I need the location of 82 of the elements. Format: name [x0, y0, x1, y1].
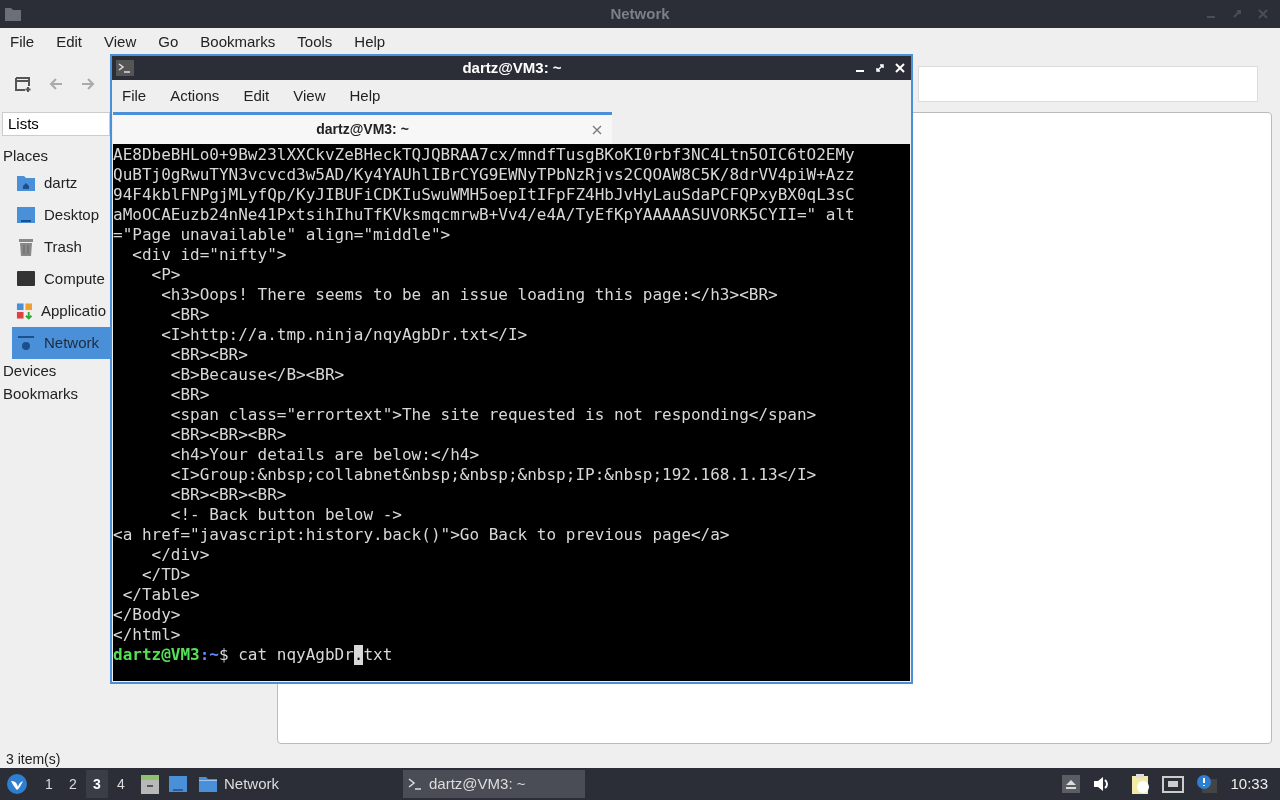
sidebar-item[interactable]: Network: [12, 327, 110, 359]
desktop-icon: [16, 206, 36, 224]
workspace-button[interactable]: 2: [62, 770, 84, 798]
output-line: <h4>Your details are below:</h4>: [169, 445, 481, 465]
sidebar-item[interactable]: Compute: [12, 263, 110, 295]
clipboard-icon[interactable]: [1130, 773, 1151, 795]
output-line: <B>Because</B><BR>: [169, 365, 346, 385]
output-line: <I>http://a.tmp.ninja/nqyAgbDr.txt</I>: [160, 325, 529, 345]
file-cabinet-icon[interactable]: [140, 773, 160, 795]
terminal-icon: [407, 777, 423, 791]
menu-item[interactable]: File: [10, 30, 35, 54]
output-line: <div id="nifty">: [131, 245, 288, 265]
menu-item[interactable]: Actions: [170, 84, 220, 108]
terminal-tab[interactable]: dartz@VM3: ~: [113, 112, 612, 144]
taskbar-button[interactable]: Network: [194, 770, 283, 798]
volume-icon[interactable]: [1092, 775, 1111, 793]
output-line: <BR>: [169, 305, 211, 325]
desktop-icon[interactable]: [168, 774, 188, 794]
section-heading[interactable]: Bookmarks: [0, 382, 110, 405]
taskbar-button[interactable]: dartz@VM3: ~: [403, 770, 585, 798]
prompt-path: :~: [199, 645, 219, 665]
output-line: </TD>: [140, 565, 192, 585]
terminal-icon: [116, 60, 134, 76]
output-line: <BR><BR><BR>: [169, 425, 288, 445]
output-line: </div>: [150, 545, 211, 565]
output-line: QuBTj0gRwuTYN3vcvcd3w5AD/Ky4YAUhlIBrCYG9EWNyTPbNzRjvs2CQOAW8C5K/8drVV4piW+Azz: [113, 165, 856, 185]
output-line: <BR><BR>: [169, 345, 249, 365]
window-title: Network: [609, 3, 671, 24]
workspace-button[interactable]: 1: [38, 770, 60, 798]
menu-item[interactable]: Bookmarks: [200, 30, 276, 54]
output-line: </Table>: [121, 585, 201, 605]
output-line: <BR><BR><BR>: [169, 485, 288, 505]
prompt-user: dartz@VM3: [113, 645, 200, 665]
section-heading[interactable]: Devices: [0, 359, 110, 382]
section-heading[interactable]: Places: [0, 144, 110, 167]
menu-item[interactable]: Go: [158, 30, 179, 54]
menu-item[interactable]: View: [104, 30, 137, 54]
output-line: aMoOCAEuzb24nNe41PxtsihIhuTfKVksmqcmrwB+Vv4/e4A/TyEfKpYAAAAASUVORK5CYII=" alt: [113, 205, 856, 225]
output-line: <a href="javascript:history.back()">Go Back to previous page</a>: [113, 525, 731, 545]
sidebar-item[interactable]: dartz: [12, 167, 110, 199]
output-line: <span class="errortext">The site requested is not responding</span>: [169, 405, 818, 425]
menu-item[interactable]: Help: [349, 84, 381, 108]
network-icon: [16, 334, 36, 352]
output-line: AE8DbeBHLo0+9Bw23lXXCkvZeBHeckTQJQBRAA7cx/mndfTusgBKoKI0rbf3NC4Ltn5OIC6tO2EMy: [113, 145, 856, 165]
wired-network-icon[interactable]: [1162, 774, 1185, 794]
status-text: 3 item(s): [6, 750, 61, 769]
output-line: <P>: [150, 265, 182, 285]
workspace-button[interactable]: 4: [110, 770, 132, 798]
trash-icon: [16, 237, 36, 257]
applications-icon: [16, 302, 33, 320]
menu-item[interactable]: Tools: [297, 30, 333, 54]
sidebar-item[interactable]: Desktop: [12, 199, 110, 231]
home-folder-icon: [16, 174, 36, 192]
menu-item[interactable]: Help: [354, 30, 386, 54]
notification-icon[interactable]: [1196, 774, 1219, 794]
command-text: txt: [363, 645, 393, 665]
output-line: <BR>: [169, 385, 211, 405]
output-line: 94F4kblFNPgjMLyfQp/KyJIBUFiCDKIuSwuWMH5oepItIFpFZ4HbJvHyLauSdaPCFQPxyBX0qL3sC: [113, 185, 856, 205]
start-menu-icon[interactable]: [6, 773, 28, 795]
output-line: <!- Back button below ->: [169, 505, 403, 525]
monitor-icon: [16, 270, 36, 288]
output-line: </html>: [113, 625, 182, 645]
cursor: .: [353, 645, 364, 665]
menu-item[interactable]: Edit: [243, 84, 270, 108]
workspace-button[interactable]: 3: [86, 770, 108, 798]
menu-item[interactable]: Edit: [56, 30, 83, 54]
side-panel-dropdown[interactable]: Lists: [2, 112, 110, 136]
clock: 10:33: [1230, 773, 1268, 794]
output-line: </Body>: [113, 605, 182, 625]
folder-icon: [198, 775, 218, 793]
sidebar-item[interactable]: Trash: [12, 231, 110, 263]
output-line: <I>Group:&nbsp;collabnet&nbsp;&nbsp;&nbsp;IP:&nbsp;192.168.1.13</I>: [169, 465, 818, 485]
command-text: $ cat nqyAgbDr: [218, 645, 354, 665]
folder-icon: [4, 6, 22, 22]
eject-icon[interactable]: [1062, 775, 1081, 793]
output-line: ="Page unavailable" align="middle">: [113, 225, 452, 245]
output-line: <h3>Oops! There seems to be an issue loading this page:</h3><BR>: [160, 285, 779, 305]
window-title: dartz@VM3: ~: [461, 57, 563, 78]
new-tab-icon[interactable]: [14, 75, 32, 93]
menu-item[interactable]: View: [293, 84, 326, 108]
menu-item[interactable]: File: [122, 84, 147, 108]
sidebar-item[interactable]: Applicatio: [12, 295, 110, 327]
